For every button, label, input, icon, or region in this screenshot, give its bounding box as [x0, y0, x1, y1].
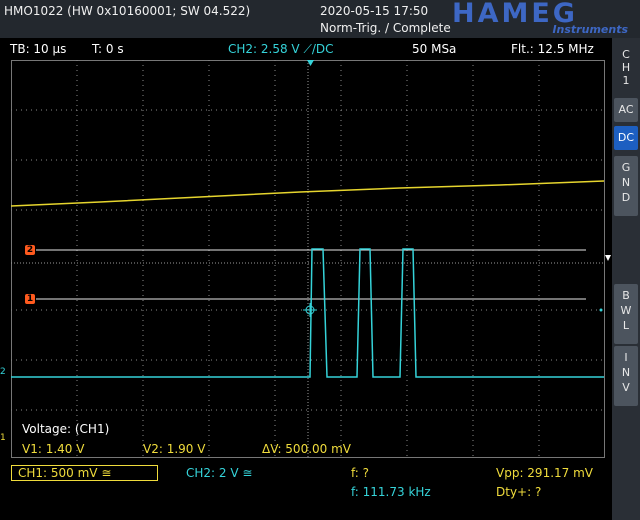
- ch1-frequency-readout: f: ?: [351, 466, 370, 480]
- cursor-marker-2[interactable]: 2: [25, 245, 35, 255]
- ch1-scale-readout[interactable]: CH1: 500 mV ≅: [11, 465, 158, 481]
- center-axes: [11, 60, 605, 458]
- ch2-frequency-readout: f: 111.73 kHz: [351, 485, 431, 499]
- measurement-title: Voltage: (CH1): [22, 422, 110, 436]
- vpp-readout: Vpp: 291.17 mV: [496, 466, 594, 480]
- measurement-v1: V1: 1.40 V: [22, 442, 85, 456]
- ch2-ground-marker: 2: [0, 367, 6, 377]
- ch1-trace: [10, 180, 605, 207]
- duty-readout: Dty+: ?: [496, 485, 542, 499]
- bottom-bar: CH1: 500 mV ≅ CH2: 2 V ≅ f: ? f: 111.73 …: [0, 462, 612, 520]
- measurement-v2: V2: 1.90 V: [143, 442, 206, 456]
- measurement-delta: ΔV: 500.00 mV: [262, 442, 351, 456]
- ch1-ground-marker: 1: [0, 433, 6, 443]
- ch2-scale-readout[interactable]: CH2: 2 V ≅: [186, 466, 252, 480]
- cursor-marker-1[interactable]: 1: [25, 294, 35, 304]
- trigger-level-marker: [605, 255, 611, 261]
